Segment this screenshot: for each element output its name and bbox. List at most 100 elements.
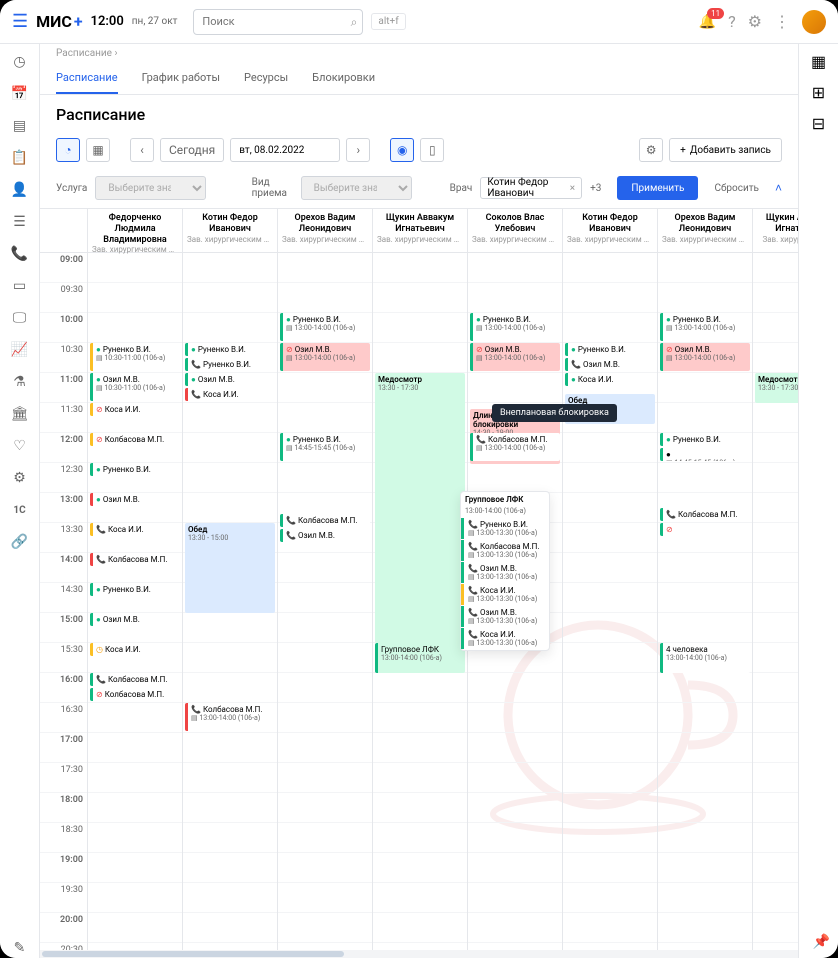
appointment[interactable]: ⊘ Колбасова М.П. [90, 433, 180, 446]
tabs: Расписание График работы Ресурсы Блокиро… [40, 63, 798, 95]
sidebar-phone-icon[interactable]: 📞 [10, 244, 30, 264]
sidebar-edit-icon[interactable]: ✎ [10, 938, 30, 958]
clock: 12:00 [91, 14, 124, 29]
shortcut-hint: alt+f [371, 13, 405, 30]
schedule-grid[interactable]: 09:0009:3010:0010:3011:0011:3012:0012:30… [40, 209, 798, 950]
add-button[interactable]: +Добавить запись [669, 138, 782, 162]
appointment[interactable]: ● Руненко В.И. ▤ 10:30-11:00 (106-а) [90, 343, 180, 371]
appointment[interactable]: ● Руненко В.И. ▤ 13:00-14:00 (106-а) [280, 313, 370, 341]
appointment[interactable]: 📞 Коса И.И. [90, 523, 180, 536]
tooltip: Внеплановая блокировка [492, 404, 617, 422]
appointment[interactable]: 📞 Колбасова М.П. [660, 508, 750, 521]
view-device-icon[interactable]: ▯ [420, 138, 444, 162]
filter-type[interactable]: Выберите значение [301, 176, 412, 200]
appointment[interactable]: ● Руненко В.И. [660, 433, 750, 446]
appointment[interactable]: 📞 Колбасова М.П. ▤ 13:00-14:00 (106-а) [470, 433, 560, 461]
today-button[interactable]: Сегодня [160, 138, 224, 162]
collapse-icon[interactable]: ˄ [775, 181, 782, 195]
menu-icon[interactable]: ☰ [12, 11, 28, 32]
pin-icon[interactable]: 📌 [813, 934, 830, 950]
sidebar-clipboard-icon[interactable]: 📋 [10, 148, 30, 168]
scrollbar-horizontal[interactable] [40, 950, 798, 958]
tab-resources[interactable]: Ресурсы [244, 63, 288, 94]
topbar-date: пн, 27 окт [132, 16, 178, 27]
search-icon[interactable]: ⌕ [351, 15, 358, 30]
appointment[interactable]: 📞 Колбасова М.П. [90, 673, 180, 686]
rail-icon-3[interactable]: ⊟ [812, 114, 825, 133]
sidebar: ◷ 📅 ▤ 📋 👤 ☰ 📞 ▭ 🖵 📈 ⚗ 🏛 ♡ ⚙ 1С 🔗 ✎ [0, 44, 40, 958]
view-grid-icon[interactable]: ▦ [86, 138, 110, 162]
sidebar-lab-icon[interactable]: ⚗ [10, 372, 30, 392]
appointment[interactable]: ⊘ Колбасова М.П. [90, 688, 180, 701]
filter-service-label: Услуга [56, 183, 87, 194]
filter-service[interactable]: Выберите значение [95, 176, 206, 200]
appointment[interactable]: ◷ Коса И.И. [90, 643, 180, 656]
sidebar-1c-icon[interactable]: 1С [10, 500, 30, 520]
sidebar-list-icon[interactable]: ☰ [10, 212, 30, 232]
sidebar-building-icon[interactable]: 🏛 [10, 404, 30, 424]
appointment[interactable]: ● Озил М.В. ▤ 10:30-11:00 (106-а) [90, 373, 180, 401]
detail-panel[interactable]: Групповое ЛФК 13:00-14:00 (106-а) 📞 Руне… [460, 491, 550, 651]
search-input[interactable]: ⌕ [193, 9, 363, 35]
settings-icon[interactable]: ⚙ [639, 138, 663, 162]
tab-blocks[interactable]: Блокировки [312, 63, 375, 94]
bell-icon[interactable]: 🔔11 [699, 14, 716, 30]
appointment[interactable]: 📞 Колбасова М.П. ▤ 13:00-14:00 (106-а) [185, 703, 275, 731]
view-person-icon[interactable]: ◉ [390, 138, 414, 162]
appointment[interactable]: 📞 Колбасова М.П. [90, 553, 180, 566]
breadcrumb[interactable]: Расписание › [40, 44, 798, 63]
rail-icon-2[interactable]: ⊞ [812, 83, 825, 102]
logo: МИС+ [36, 12, 82, 31]
appointment[interactable]: ⊘ Озил М.В. ▤ 13:00-14:00 (106-а) [660, 343, 750, 371]
sidebar-dashboard-icon[interactable]: ◷ [10, 52, 30, 72]
view-time-icon[interactable]: ◔ [56, 138, 80, 162]
appointment[interactable]: ⊘ [660, 523, 750, 536]
tab-schedule[interactable]: Расписание [56, 63, 118, 94]
appointment[interactable]: ● Руненко В.И. [565, 343, 655, 356]
sidebar-heart-icon[interactable]: ♡ [10, 436, 30, 456]
appointment[interactable]: ● Руненко В.И. ▤ 14:45-15:45 (106-а) [280, 433, 370, 461]
prev-icon[interactable]: ‹ [130, 138, 154, 162]
appointment[interactable]: 📞 Озил М.В. [565, 358, 655, 371]
sidebar-doc-icon[interactable]: ▤ [10, 116, 30, 136]
toolbar: ◔ ▦ ‹ Сегодня › ◉ ▯ ⚙ +Добавить запись [40, 132, 798, 168]
appointment[interactable]: 📞 Колбасова М.П. [280, 514, 370, 527]
help-icon[interactable]: ? [728, 12, 736, 31]
tab-worktime[interactable]: График работы [142, 63, 220, 94]
appointment[interactable]: 📞 Озил М.В. [280, 529, 370, 542]
appointment[interactable]: ● Коса И.И. [565, 373, 655, 386]
appointment[interactable]: ● Руненко В.И. [185, 343, 275, 356]
appointment[interactable]: ⊘ Озил М.В. ▤ 13:00-14:00 (106-а) [470, 343, 560, 371]
appointment[interactable]: ● Озил М.В. [90, 613, 180, 626]
appointment[interactable]: ● Руненко В.И. ▤ 13:00-14:00 (106-а) [660, 313, 750, 341]
next-icon[interactable]: › [346, 138, 370, 162]
sidebar-screen-icon[interactable]: 🖵 [10, 308, 30, 328]
filters: Услуга Выберите значение Вид приема Выбе… [40, 168, 798, 209]
sidebar-link-icon[interactable]: 🔗 [10, 532, 30, 552]
appointment[interactable]: 📞 Коса И.И. [185, 388, 275, 401]
appointment[interactable]: ● ▤ 14:45-15:45 (106-а) [660, 448, 750, 461]
appointment[interactable]: ● Озил М.В. [185, 373, 275, 386]
appointment[interactable]: ● Руненко В.И. [90, 583, 180, 596]
more-icon[interactable]: ⋮ [774, 12, 790, 31]
sidebar-chart-icon[interactable]: 📈 [10, 340, 30, 360]
appointment[interactable]: ⊘ Озил М.В. ▤ 13:00-14:00 (106-а) [280, 343, 370, 371]
rail-icon-1[interactable]: ▦ [811, 52, 826, 71]
filter-type-label: Вид приема [252, 177, 293, 199]
gear-icon[interactable]: ⚙ [748, 12, 762, 31]
sidebar-calendar-icon[interactable]: 📅 [10, 84, 30, 104]
date-input[interactable] [230, 138, 340, 162]
avatar[interactable] [802, 10, 826, 34]
reset-button[interactable]: Сбросить [706, 183, 767, 194]
sidebar-card-icon[interactable]: ▭ [10, 276, 30, 296]
appointment[interactable]: ● Руненко В.И. [90, 463, 180, 476]
sidebar-puzzle-icon[interactable]: ⚙ [10, 468, 30, 488]
sidebar-user-icon[interactable]: 👤 [10, 180, 30, 200]
apply-button[interactable]: Применить [617, 176, 698, 200]
appointment[interactable]: ⊘ Коса И.И. [90, 403, 180, 416]
appointment[interactable]: ● Озил М.В. [90, 493, 180, 506]
appointment[interactable]: 📞 Руненко В.И. [185, 358, 275, 371]
doctor-chip[interactable]: Котин Федор Иванович× [480, 177, 582, 199]
appointment[interactable]: ● Руненко В.И. ▤ 13:00-14:00 (106-а) [470, 313, 560, 341]
doctor-more[interactable]: +3 [590, 183, 601, 194]
